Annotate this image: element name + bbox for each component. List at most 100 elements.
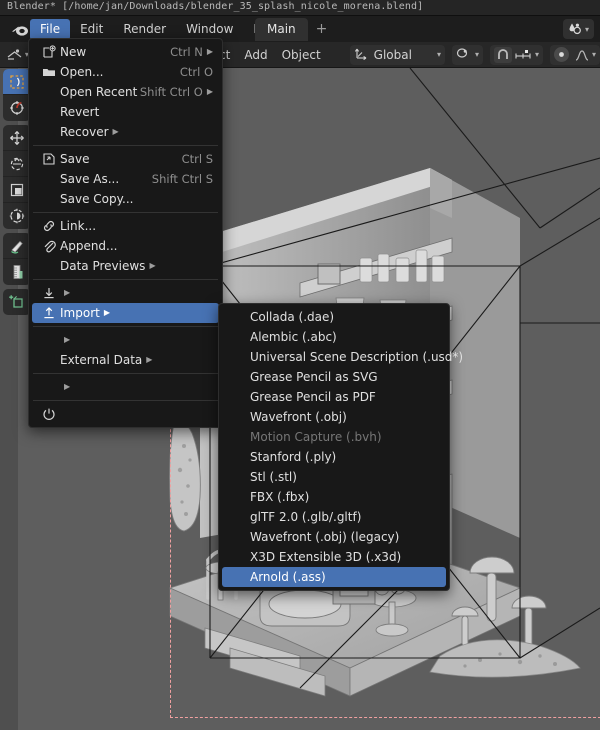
- import-arrow-down-icon: [38, 286, 60, 300]
- file-menu-item-revert[interactable]: Revert: [32, 102, 219, 122]
- workspace-tab-main[interactable]: Main: [255, 17, 308, 41]
- viewport-menu-add[interactable]: Add: [237, 46, 274, 64]
- menu-separator: [33, 326, 218, 327]
- chevron-down-icon: ▾: [591, 50, 596, 59]
- export-label-usd: Universal Scene Description (.usd*): [250, 350, 464, 364]
- file-menu-label-save-as: Save As...: [60, 172, 120, 186]
- file-menu-label-data-previews: Data Previews: [60, 259, 146, 273]
- new-file-icon: [38, 45, 60, 59]
- tool-measure[interactable]: [3, 259, 31, 285]
- file-menu-label-open-recent: Open Recent: [60, 85, 138, 99]
- file-menu-label-recover: Recover: [60, 125, 109, 139]
- file-menu-item-save[interactable]: Save Ctrl S: [32, 149, 219, 169]
- scene-drop-icon: [568, 20, 582, 39]
- file-menu-item-clean-up[interactable]: External Data ▶: [32, 350, 219, 370]
- menu-render[interactable]: Render: [113, 19, 176, 40]
- submenu-arrow-icon: ▶: [149, 261, 156, 270]
- tool-cursor-3d[interactable]: [3, 95, 31, 121]
- submenu-arrow-icon: ▶: [112, 127, 119, 136]
- export-item-gltf[interactable]: glTF 2.0 (.glb/.gltf): [222, 507, 446, 527]
- submenu-arrow-icon: ▶: [146, 355, 153, 364]
- submenu-arrow-icon: ▶: [64, 335, 71, 344]
- file-menu-label-export: Import: [60, 306, 100, 320]
- export-item-wavefront-legacy[interactable]: Wavefront (.obj) (legacy): [222, 527, 446, 547]
- falloff-curve-icon[interactable]: [575, 48, 589, 62]
- export-item-arnold[interactable]: Arnold (.ass): [222, 567, 446, 587]
- append-clip-icon: [38, 239, 60, 253]
- export-item-alembic[interactable]: Alembic (.abc): [222, 327, 446, 347]
- file-menu-item-save-as[interactable]: Save As... Shift Ctrl S: [32, 169, 219, 189]
- snap-dropdown[interactable]: ▾: [451, 44, 483, 65]
- menu-separator: [33, 373, 218, 374]
- file-menu-item-data-previews[interactable]: Data Previews ▶: [32, 256, 219, 276]
- tool-transform[interactable]: [3, 203, 31, 229]
- submenu-arrow-icon: ▶: [64, 382, 71, 391]
- shortcut-open-recent: Shift Ctrl O: [139, 85, 203, 99]
- proportional-edit-icon[interactable]: [553, 47, 569, 62]
- menu-separator: [33, 212, 218, 213]
- add-workspace-button[interactable]: +: [308, 19, 336, 39]
- export-arrow-up-icon: [38, 306, 60, 320]
- export-item-x3d[interactable]: X3D Extensible 3D (.x3d): [222, 547, 446, 567]
- tool-rotate[interactable]: [3, 151, 31, 177]
- orientation-axis-icon: [354, 45, 368, 64]
- file-menu-item-defaults[interactable]: ▶: [32, 377, 219, 397]
- file-menu-item-save-copy[interactable]: Save Copy...: [32, 189, 219, 209]
- export-item-wavefront-obj[interactable]: Wavefront (.obj): [222, 407, 446, 427]
- export-item-gpencil-pdf[interactable]: Grease Pencil as PDF: [222, 387, 446, 407]
- tool-add-cube[interactable]: [3, 289, 31, 315]
- chevron-down-icon: ▾: [474, 50, 479, 59]
- export-label-collada: Collada (.dae): [250, 310, 335, 324]
- export-label-alembic: Alembic (.abc): [250, 330, 337, 344]
- menu-file[interactable]: File: [30, 18, 71, 40]
- tool-group-3: [3, 233, 31, 285]
- tool-select-box[interactable]: [3, 69, 31, 95]
- tool-scale[interactable]: [3, 177, 31, 203]
- transform-orientation-dropdown[interactable]: Global ▾: [349, 44, 445, 65]
- viewport-menu-object[interactable]: Object: [275, 46, 328, 64]
- file-menu-item-append[interactable]: Append...: [32, 236, 219, 256]
- export-item-collada[interactable]: Collada (.dae): [222, 307, 446, 327]
- file-menu-item-link[interactable]: Link...: [32, 216, 219, 236]
- snap-magnet-icon[interactable]: [493, 46, 512, 63]
- menu-separator: [33, 279, 218, 280]
- tool-group-2: [3, 125, 31, 229]
- file-menu-item-open-recent[interactable]: Open Recent Shift Ctrl O ▶: [32, 82, 219, 102]
- open-folder-icon: [38, 65, 60, 79]
- export-item-fbx[interactable]: FBX (.fbx): [222, 487, 446, 507]
- export-label-gpencil-pdf: Grease Pencil as PDF: [250, 390, 376, 404]
- file-menu-item-recover[interactable]: Recover ▶: [32, 122, 219, 142]
- file-menu-dropdown[interactable]: New Ctrl N ▶ Open... Ctrl O Open Recent …: [28, 38, 223, 428]
- tool-annotate[interactable]: [3, 233, 31, 259]
- snap-increment-icon[interactable]: [514, 48, 532, 62]
- scene-selector-button[interactable]: ▾: [562, 19, 594, 39]
- export-item-gpencil-svg[interactable]: Grease Pencil as SVG: [222, 367, 446, 387]
- blender-window: Blender* [/home/jan/Downloads/blender_35…: [0, 0, 600, 730]
- file-menu-item-import[interactable]: ▶: [32, 283, 219, 303]
- file-menu-item-new[interactable]: New Ctrl N ▶: [32, 42, 219, 62]
- export-submenu-dropdown[interactable]: Collada (.dae) Alembic (.abc) Universal …: [218, 303, 463, 591]
- tool-move[interactable]: [3, 125, 31, 151]
- menu-separator: [33, 145, 218, 146]
- file-menu-item-quit[interactable]: [32, 404, 219, 424]
- snap-controls-group[interactable]: ▾: [489, 44, 543, 65]
- window-titlebar: Blender* [/home/jan/Downloads/blender_35…: [0, 0, 600, 16]
- editor-type-icon[interactable]: [6, 45, 24, 65]
- chevron-down-icon: ▾: [436, 50, 441, 59]
- export-item-stl[interactable]: Stl (.stl): [222, 467, 446, 487]
- blender-logo-icon[interactable]: [10, 20, 30, 38]
- menu-edit[interactable]: Edit: [70, 19, 113, 40]
- shortcut-save-as: Shift Ctrl S: [151, 172, 213, 186]
- submenu-arrow-icon: ▶: [206, 87, 213, 96]
- proportional-edit-group[interactable]: ▾: [549, 44, 600, 65]
- shortcut-new: Ctrl N: [170, 45, 203, 59]
- export-item-stanford-ply[interactable]: Stanford (.ply): [222, 447, 446, 467]
- submenu-arrow-icon: ▶: [64, 288, 71, 297]
- file-menu-item-external-data[interactable]: ▶: [32, 330, 219, 350]
- file-menu-item-export[interactable]: Import ▶: [32, 303, 219, 323]
- export-item-usd[interactable]: Universal Scene Description (.usd*): [222, 347, 463, 367]
- file-menu-item-open[interactable]: Open... Ctrl O: [32, 62, 219, 82]
- menu-window[interactable]: Window: [176, 19, 243, 40]
- export-label-wavefront-legacy: Wavefront (.obj) (legacy): [250, 530, 400, 544]
- shortcut-open: Ctrl O: [179, 65, 213, 79]
